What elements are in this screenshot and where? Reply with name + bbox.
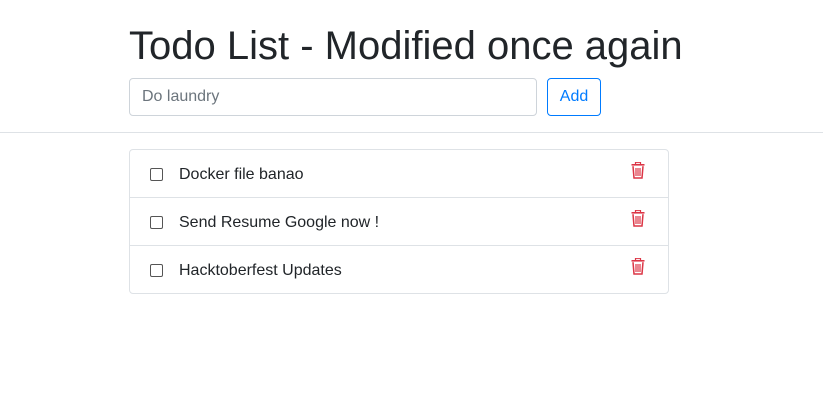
todo-text: Send Resume Google now ! <box>179 214 380 231</box>
trash-icon[interactable] <box>631 162 649 182</box>
todo-text: Docker file banao <box>179 166 304 183</box>
todo-checkbox[interactable] <box>150 216 163 229</box>
todo-input[interactable] <box>129 78 537 116</box>
todo-text: Hacktoberfest Updates <box>179 262 342 279</box>
page-title: Todo List - Modified once again <box>129 24 683 68</box>
list-item: Hacktoberfest Updates <box>130 246 668 293</box>
list-item: Docker file banao <box>130 150 668 198</box>
todo-checkbox[interactable] <box>150 168 163 181</box>
trash-icon[interactable] <box>631 210 649 230</box>
add-todo-form: Add <box>129 78 609 116</box>
trash-icon[interactable] <box>631 258 649 278</box>
todo-list: Docker file banao Send Resume Google now… <box>129 149 669 294</box>
todo-checkbox[interactable] <box>150 264 163 277</box>
divider <box>0 132 823 133</box>
add-button[interactable]: Add <box>547 78 601 116</box>
list-item: Send Resume Google now ! <box>130 198 668 246</box>
